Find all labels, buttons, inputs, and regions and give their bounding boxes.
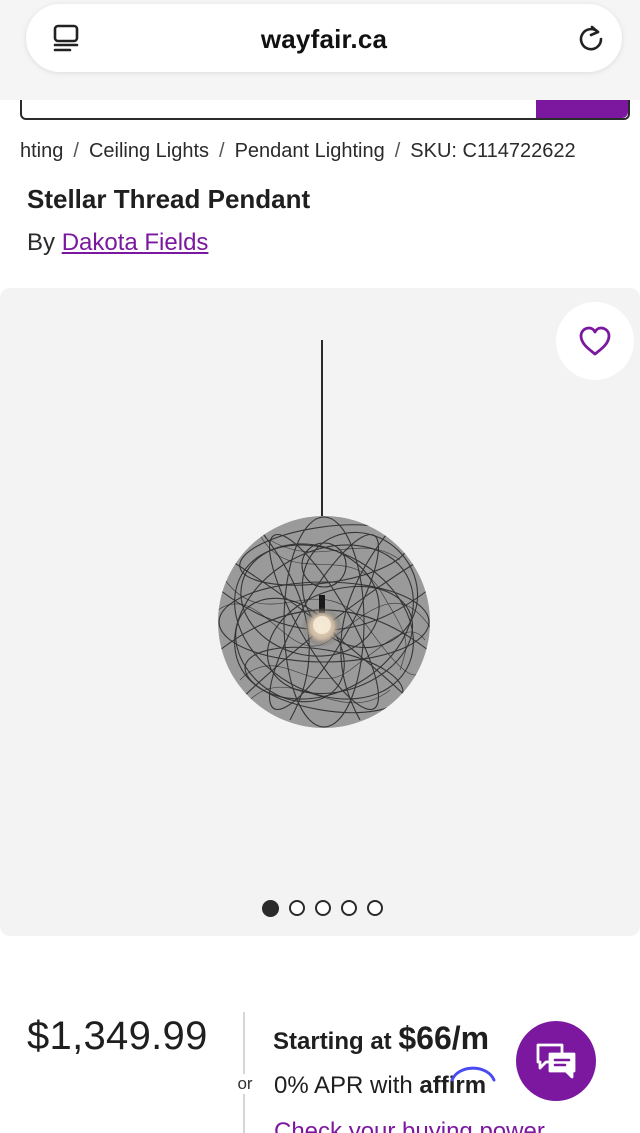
- reload-icon[interactable]: [576, 23, 606, 53]
- product-title: Stellar Thread Pendant: [27, 184, 311, 214]
- gallery-dot-1[interactable]: [262, 899, 279, 917]
- gallery-dot-5[interactable]: [367, 900, 383, 916]
- heart-icon: [579, 326, 611, 356]
- or-label: or: [235, 1074, 255, 1094]
- breadcrumb-item-lighting[interactable]: hting: [20, 140, 63, 163]
- price-divider: [243, 1012, 245, 1133]
- address-bar[interactable]: wayfair.ca: [26, 4, 622, 72]
- favorite-button[interactable]: [556, 302, 634, 380]
- chat-button[interactable]: [516, 1021, 596, 1101]
- product-price: $1,349.99: [27, 1014, 208, 1058]
- affirm-logo: affirm: [419, 1066, 496, 1099]
- affirm-arc-icon: [450, 1066, 496, 1082]
- by-label: By: [27, 229, 56, 256]
- breadcrumb-separator: /: [394, 140, 401, 162]
- breadcrumb-separator: /: [219, 140, 225, 162]
- breadcrumb-item-ceiling-lights[interactable]: Ceiling Lights: [89, 140, 209, 163]
- check-buying-power-link[interactable]: Check your buying power: [274, 1118, 545, 1133]
- financing-starting-at: Starting at $66/m: [273, 1020, 489, 1057]
- monthly-amount: $66/m: [398, 1020, 490, 1056]
- breadcrumb-item-sku: SKU: C114722622: [410, 140, 576, 162]
- apr-text: 0% APR with: [274, 1072, 413, 1099]
- gallery-dot-4[interactable]: [341, 900, 357, 916]
- url-text[interactable]: wayfair.ca: [26, 24, 622, 55]
- breadcrumb-item-pendant-lighting[interactable]: Pendant Lighting: [235, 140, 385, 163]
- brand-link[interactable]: Dakota Fields: [62, 229, 209, 256]
- breadcrumb: hting / Ceiling Lights / Pendant Lighting / SK…: [20, 140, 640, 163]
- gallery-pagination: [262, 898, 383, 918]
- starting-at-label: Starting at: [273, 1028, 392, 1055]
- pendant-lamp-image[interactable]: [200, 340, 450, 730]
- apr-line: 0% APR with affirm: [274, 1066, 496, 1100]
- chat-icon: [536, 1043, 576, 1079]
- browser-toolbar: wayfair.ca: [0, 0, 640, 100]
- gallery-dot-3[interactable]: [315, 900, 331, 916]
- brand-byline: By Dakota Fields: [27, 229, 208, 257]
- breadcrumb-separator: /: [73, 140, 79, 162]
- gallery-dot-2[interactable]: [289, 900, 305, 916]
